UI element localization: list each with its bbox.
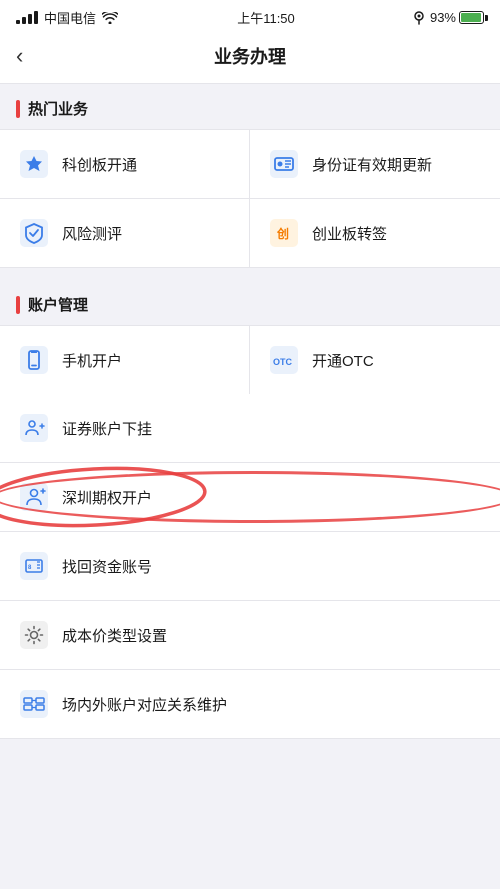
kechuangban-label: 科创板开通 bbox=[62, 154, 137, 175]
account-menu-grid-top: 手机开户 OTC 开通OTC bbox=[0, 326, 500, 394]
battery-fill bbox=[461, 13, 481, 22]
section-bar-account bbox=[16, 296, 20, 314]
menu-item-fengxian[interactable]: 风险测评 bbox=[0, 199, 250, 267]
menu-item-chuangye[interactable]: 创 创业板转签 bbox=[250, 199, 500, 267]
menu-item-shenfenzheng[interactable]: 身份证有效期更新 bbox=[250, 130, 500, 199]
location-icon bbox=[414, 11, 424, 25]
shenzhenqiquan-label: 深圳期权开户 bbox=[62, 487, 152, 508]
link-accounts-icon bbox=[16, 686, 52, 722]
chengben-label: 成本价类型设置 bbox=[62, 625, 167, 646]
phone-icon bbox=[16, 342, 52, 378]
status-bar: 中国电信 上午11:50 93% bbox=[0, 0, 500, 33]
settings-icon bbox=[16, 617, 52, 653]
status-right: 93% bbox=[414, 10, 484, 25]
shield-icon bbox=[16, 215, 52, 251]
svg-text:创: 创 bbox=[276, 226, 289, 241]
back-button[interactable]: ‹ bbox=[16, 45, 23, 67]
wifi-icon bbox=[102, 12, 118, 24]
section-header-account: 账户管理 bbox=[0, 280, 500, 325]
create-icon: 创 bbox=[266, 215, 302, 251]
menu-item-zhaohui[interactable]: 8 找回资金账号 bbox=[0, 532, 500, 601]
carrier-label: 中国电信 bbox=[44, 8, 96, 27]
battery-display: 93% bbox=[430, 10, 484, 25]
menu-item-otc[interactable]: OTC 开通OTC bbox=[250, 326, 500, 394]
menu-item-changnei[interactable]: 场内外账户对应关系维护 bbox=[0, 670, 500, 738]
signal-icon bbox=[16, 11, 38, 24]
menu-item-shoujikaihu[interactable]: 手机开户 bbox=[0, 326, 250, 394]
svg-text:OTC: OTC bbox=[273, 357, 292, 367]
star-icon bbox=[16, 146, 52, 182]
battery-icon bbox=[459, 11, 484, 24]
account-menu-card: 手机开户 OTC 开通OTC 证券账户下挂 bbox=[0, 325, 500, 739]
page-title: 业务办理 bbox=[214, 43, 286, 69]
zhaohui-label: 找回资金账号 bbox=[62, 556, 152, 577]
battery-percent: 93% bbox=[430, 10, 456, 25]
section-header-hot: 热门业务 bbox=[0, 84, 500, 129]
status-left: 中国电信 bbox=[16, 8, 118, 27]
otc-label: 开通OTC bbox=[312, 350, 374, 371]
shenfenzheng-label: 身份证有效期更新 bbox=[312, 154, 432, 175]
zhengquanxiagua-label: 证券账户下挂 bbox=[62, 418, 152, 439]
menu-item-zhengquanxiagua[interactable]: 证券账户下挂 bbox=[0, 394, 500, 463]
menu-item-shenzhenqiquan[interactable]: 深圳期权开户 bbox=[0, 463, 500, 532]
menu-item-kechuangban[interactable]: 科创板开通 bbox=[0, 130, 250, 199]
hot-menu-grid: 科创板开通 身份证有效期更新 bbox=[0, 130, 500, 267]
section-bar-hot bbox=[16, 100, 20, 118]
shoujikaihu-label: 手机开户 bbox=[62, 350, 122, 371]
changnei-label: 场内外账户对应关系维护 bbox=[62, 694, 227, 715]
section-title-account: 账户管理 bbox=[28, 294, 88, 315]
user-link-icon bbox=[16, 410, 52, 446]
hot-menu-card: 科创板开通 身份证有效期更新 bbox=[0, 129, 500, 268]
id-card-icon bbox=[266, 146, 302, 182]
section-title-hot: 热门业务 bbox=[28, 98, 88, 119]
shenzhen-user-icon bbox=[16, 479, 52, 515]
nav-bar: ‹ 业务办理 bbox=[0, 33, 500, 84]
time-label: 上午11:50 bbox=[237, 8, 295, 27]
chuangye-label: 创业板转签 bbox=[312, 223, 387, 244]
menu-item-chengben[interactable]: 成本价类型设置 bbox=[0, 601, 500, 670]
fengxian-label: 风险测评 bbox=[62, 223, 122, 244]
otc-icon: OTC bbox=[266, 342, 302, 378]
find-account-icon: 8 bbox=[16, 548, 52, 584]
